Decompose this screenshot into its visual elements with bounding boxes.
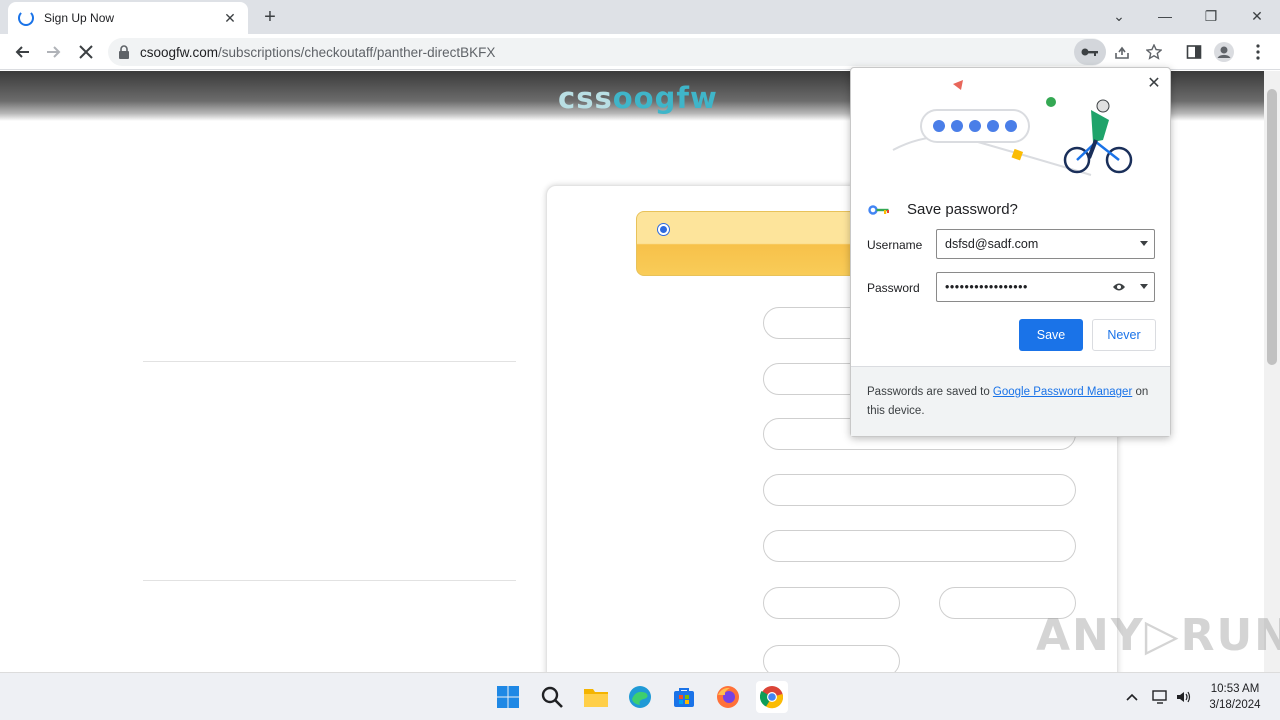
password-value: •••••••••••••••••: [945, 280, 1028, 294]
tab-strip: Sign Up Now ✕ + ⌄ — ❐ ✕: [0, 0, 1280, 34]
back-arrow-icon[interactable]: [10, 40, 34, 64]
network-icon[interactable]: [1148, 681, 1172, 713]
form-input[interactable]: [763, 587, 900, 619]
tab-sign-up[interactable]: Sign Up Now ✕: [8, 2, 248, 34]
dialog-footer: Passwords are saved to Google Password M…: [851, 366, 1170, 436]
edge-browser-icon[interactable]: [624, 681, 656, 713]
password-label: Password: [867, 281, 920, 295]
chevron-up-icon[interactable]: [1120, 681, 1144, 713]
tab-title: Sign Up Now: [44, 11, 115, 25]
url-host: csoogfw.com: [140, 44, 219, 60]
username-value: dsfsd@sadf.com: [945, 237, 1039, 251]
eye-icon[interactable]: [1112, 282, 1126, 292]
form-input[interactable]: [763, 474, 1076, 506]
password-illustration: [892, 80, 1133, 176]
system-clock[interactable]: 10:53 AM 3/18/2024: [1200, 681, 1270, 713]
save-password-dialog: ✕ Save password? Username dsfsd@sadf.com…: [850, 67, 1171, 437]
volume-icon[interactable]: [1172, 681, 1196, 713]
address-bar[interactable]: csoogfw.com/subscriptions/checkoutaff/pa…: [108, 38, 1106, 66]
page-scrollbar[interactable]: [1264, 71, 1280, 672]
tab-search-icon[interactable]: ⌄: [1096, 0, 1142, 32]
chevron-down-icon[interactable]: [1140, 284, 1148, 289]
stop-loading-icon[interactable]: [74, 40, 98, 64]
clock-time: 10:53 AM: [1210, 683, 1260, 695]
more-menu-icon[interactable]: [1248, 42, 1268, 62]
form-input[interactable]: [763, 530, 1076, 562]
forward-arrow-icon[interactable]: [42, 40, 66, 64]
footer-text: Passwords are saved to: [867, 386, 993, 398]
logo-part-2: oogfw: [612, 81, 718, 115]
divider: [143, 580, 516, 581]
plan-radio[interactable]: [657, 223, 670, 236]
bookmark-star-icon[interactable]: [1144, 42, 1164, 62]
share-icon[interactable]: [1112, 42, 1132, 62]
loading-spinner-icon: [18, 10, 34, 26]
username-select[interactable]: dsfsd@sadf.com: [936, 229, 1155, 259]
save-button[interactable]: Save: [1019, 319, 1083, 351]
url-path: /subscriptions/checkoutaff/panther-direc…: [218, 44, 496, 60]
logo-part-1: css: [558, 81, 613, 115]
firefox-icon[interactable]: [712, 681, 744, 713]
windows-start-icon[interactable]: [492, 681, 524, 713]
password-manager-link[interactable]: Google Password Manager: [993, 386, 1132, 398]
chrome-icon[interactable]: [756, 681, 788, 713]
side-panel-icon[interactable]: [1184, 42, 1204, 62]
microsoft-store-icon[interactable]: [668, 681, 700, 713]
clock-date: 3/18/2024: [1209, 699, 1261, 711]
new-tab-button[interactable]: +: [258, 6, 282, 30]
never-button[interactable]: Never: [1092, 319, 1156, 351]
close-icon[interactable]: ✕: [1146, 76, 1162, 92]
scrollbar-thumb[interactable]: [1267, 89, 1277, 365]
form-input[interactable]: [763, 645, 900, 672]
windows-taskbar: 10:53 AM 3/18/2024: [0, 672, 1280, 720]
username-label: Username: [867, 238, 923, 252]
watermark-logo: ANY▷RUN: [1036, 610, 1280, 661]
password-select[interactable]: •••••••••••••••••: [936, 272, 1155, 302]
minimize-button[interactable]: —: [1142, 0, 1188, 32]
divider: [143, 361, 516, 362]
dialog-title: Save password?: [907, 201, 1018, 218]
lock-icon[interactable]: [118, 45, 130, 59]
tab-close-icon[interactable]: ✕: [222, 10, 238, 26]
file-explorer-icon[interactable]: [580, 681, 612, 713]
site-logo[interactable]: cssoogfw: [558, 81, 718, 115]
password-key-icon[interactable]: [1074, 39, 1106, 65]
profile-avatar-icon[interactable]: [1214, 42, 1234, 62]
chevron-down-icon[interactable]: [1140, 241, 1148, 246]
google-key-icon: [868, 205, 889, 215]
maximize-button[interactable]: ❐: [1188, 0, 1234, 32]
search-icon[interactable]: [536, 681, 568, 713]
close-window-button[interactable]: ✕: [1234, 0, 1280, 32]
browser-toolbar: csoogfw.com/subscriptions/checkoutaff/pa…: [0, 34, 1280, 70]
